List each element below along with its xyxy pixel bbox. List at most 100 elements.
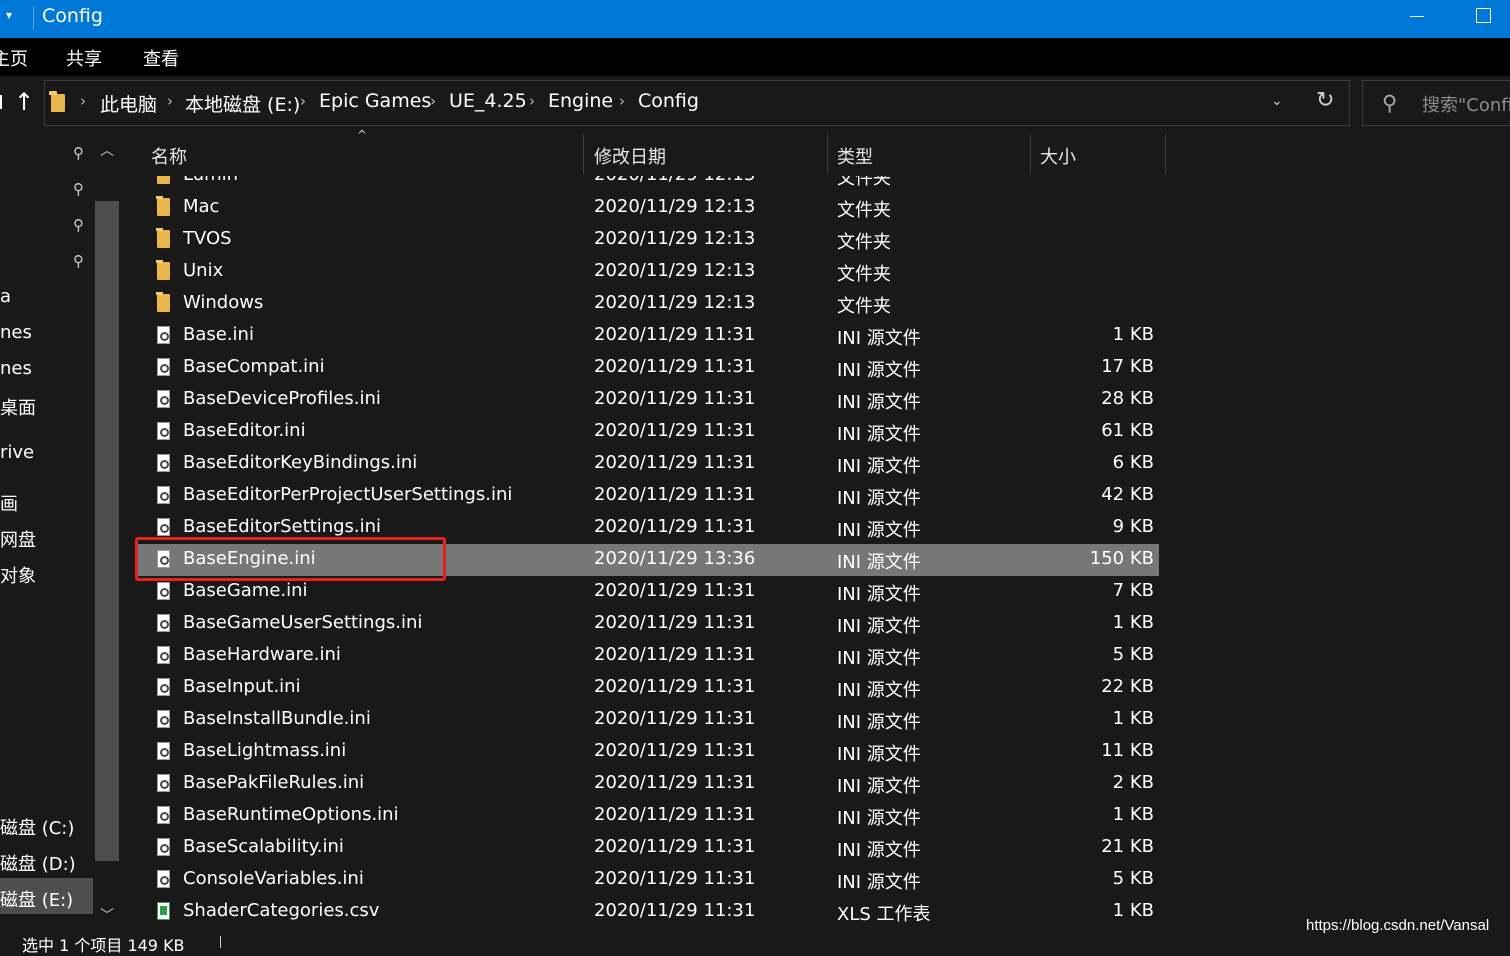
nav-item-netdisk[interactable]: 网盘 xyxy=(0,526,36,552)
breadcrumb-ue-425[interactable]: UE_4.25 xyxy=(449,90,527,112)
file-row[interactable]: BaseCompat.ini 2020/11/29 11:31 INI 源文件 17 … xyxy=(138,352,1159,384)
file-row[interactable]: ShaderCategories.csv 2020/11/29 11:31 XLS … xyxy=(138,896,1159,928)
nav-item-pictures[interactable]: 画 xyxy=(0,490,18,516)
file-date: 2020/11/29 12:13 xyxy=(594,176,755,185)
pin-icon[interactable]: ⚲ xyxy=(73,144,84,162)
file-row[interactable]: Mac 2020/11/29 12:13 文件夹 xyxy=(138,192,1159,224)
up-arrow-icon[interactable]: ↑ xyxy=(14,88,34,116)
file-type: INI 源文件 xyxy=(837,328,921,349)
file-row[interactable]: BaseScalability.ini 2020/11/29 11:31 INI 源… xyxy=(138,832,1159,864)
breadcrumb-epic-games[interactable]: Epic Games xyxy=(319,90,431,112)
file-size: 1 KB xyxy=(1112,708,1154,729)
column-divider[interactable] xyxy=(1165,134,1166,174)
file-date: 2020/11/29 11:31 xyxy=(594,708,756,729)
breadcrumb-drive-e[interactable]: 本地磁盘 (E:) xyxy=(185,90,300,117)
file-date: 2020/11/29 11:31 xyxy=(594,868,756,889)
column-header-name[interactable]: 名称 xyxy=(151,143,187,169)
status-text: 选中 1 个项目 149 KB xyxy=(22,936,185,955)
ini-file-icon xyxy=(157,518,170,536)
file-size: 22 KB xyxy=(1101,676,1154,697)
file-name: TVOS xyxy=(183,228,232,249)
breadcrumb-chevron-icon[interactable]: › xyxy=(300,92,306,110)
tab-home[interactable]: 主页 xyxy=(0,45,28,71)
maximize-button[interactable] xyxy=(1470,0,1500,34)
file-type: INI 源文件 xyxy=(837,456,921,477)
file-row[interactable]: ConsoleVariables.ini 2020/11/29 11:31 INI … xyxy=(138,864,1159,896)
back-arrow-icon[interactable] xyxy=(0,95,2,109)
file-row[interactable]: BaseInstallBundle.ini 2020/11/29 11:31 INI… xyxy=(138,704,1159,736)
file-row[interactable]: BasePakFileRules.ini 2020/11/29 11:31 INI … xyxy=(138,768,1159,800)
scroll-up-chevron-icon[interactable]: ︿ xyxy=(100,140,114,160)
file-name: BaseGameUserSettings.ini xyxy=(183,612,423,633)
file-row[interactable]: BaseDeviceProfiles.ini 2020/11/29 11:31 IN… xyxy=(138,384,1159,416)
file-row[interactable]: BaseEditorPerProjectUserSettings.ini 2020… xyxy=(138,480,1159,512)
breadcrumb-chevron-icon[interactable]: › xyxy=(430,92,436,110)
pin-icon[interactable]: ⚲ xyxy=(73,216,84,234)
file-type: 文件夹 xyxy=(837,176,891,189)
column-divider[interactable] xyxy=(827,134,828,174)
breadcrumb-chevron-icon[interactable]: › xyxy=(619,92,625,110)
file-size: 61 KB xyxy=(1101,420,1154,441)
file-row[interactable]: Unix 2020/11/29 12:13 文件夹 xyxy=(138,256,1159,288)
nav-item-quick-access[interactable]: nes xyxy=(0,358,32,379)
pin-icon[interactable]: ⚲ xyxy=(73,180,84,198)
breadcrumb-this-pc[interactable]: 此电脑 xyxy=(100,90,157,117)
breadcrumb-chevron-icon[interactable]: › xyxy=(80,92,86,110)
nav-item-3d-objects[interactable]: 对象 xyxy=(0,562,36,588)
file-type: XLS 工作表 xyxy=(837,904,931,925)
file-row[interactable]: TVOS 2020/11/29 12:13 文件夹 xyxy=(138,224,1159,256)
address-history-chevron-down-icon[interactable]: ⌄ xyxy=(1271,93,1283,109)
breadcrumb-chevron-icon[interactable]: › xyxy=(167,92,173,110)
minimize-button[interactable] xyxy=(1404,0,1434,34)
file-type: INI 源文件 xyxy=(837,488,921,509)
refresh-icon[interactable]: ↻ xyxy=(1316,88,1334,113)
csv-file-icon xyxy=(157,902,170,920)
file-row[interactable]: Lumin 2020/11/29 12:13 文件夹 xyxy=(138,176,1159,192)
nav-item-drive-d[interactable]: 磁盘 (D:) xyxy=(0,850,76,876)
file-row[interactable]: BaseLightmass.ini 2020/11/29 11:31 INI 源文件… xyxy=(138,736,1159,768)
file-row[interactable]: Windows 2020/11/29 12:13 文件夹 xyxy=(138,288,1159,320)
scroll-down-chevron-icon[interactable]: ﹀ xyxy=(100,905,114,925)
nav-item-quick-access[interactable]: a xyxy=(0,286,11,307)
file-row[interactable]: BaseHardware.ini 2020/11/29 11:31 INI 源文件 5… xyxy=(138,640,1159,672)
file-row[interactable]: BaseInput.ini 2020/11/29 11:31 INI 源文件 22 K… xyxy=(138,672,1159,704)
nav-scrollbar-thumb[interactable] xyxy=(95,201,119,861)
file-name: BaseDeviceProfiles.ini xyxy=(183,388,381,409)
file-type: INI 源文件 xyxy=(837,808,921,829)
column-header-date[interactable]: 修改日期 xyxy=(594,143,666,169)
nav-item-onedrive[interactable]: rive xyxy=(0,442,34,463)
tab-share[interactable]: 共享 xyxy=(66,45,102,71)
file-row[interactable]: Base.ini 2020/11/29 11:31 INI 源文件 1 KB xyxy=(138,320,1159,352)
nav-item-drive-c[interactable]: 磁盘 (C:) xyxy=(0,814,74,840)
ribbon: 主页 共享 查看 xyxy=(0,38,1510,76)
status-bar xyxy=(0,932,1510,946)
folder-icon xyxy=(157,176,170,184)
nav-item-quick-access[interactable]: nes xyxy=(0,322,32,343)
file-date: 2020/11/29 12:13 xyxy=(594,196,756,217)
nav-item-desktop[interactable]: 桌面 xyxy=(0,394,36,420)
watermark: https://blog.csdn.net/Vansal xyxy=(1306,917,1490,934)
file-row[interactable]: BaseEditorKeyBindings.ini 2020/11/29 11:3… xyxy=(138,448,1159,480)
breadcrumb-chevron-icon[interactable]: › xyxy=(529,92,535,110)
breadcrumb-config[interactable]: Config xyxy=(638,90,699,112)
tab-view[interactable]: 查看 xyxy=(143,45,179,71)
file-type: INI 源文件 xyxy=(837,616,921,637)
file-type: INI 源文件 xyxy=(837,872,921,893)
nav-item-drive-e[interactable]: 磁盘 (E:) xyxy=(0,886,73,912)
column-divider[interactable] xyxy=(583,134,584,174)
column-header-type[interactable]: 类型 xyxy=(837,143,873,169)
file-row[interactable]: BaseEditor.ini 2020/11/29 11:31 INI 源文件 61 … xyxy=(138,416,1159,448)
file-date: 2020/11/29 11:31 xyxy=(594,324,756,345)
file-type: INI 源文件 xyxy=(837,360,921,381)
file-type: INI 源文件 xyxy=(837,776,921,797)
file-name: BaseInput.ini xyxy=(183,676,301,697)
ini-file-icon xyxy=(157,742,170,760)
pin-icon[interactable]: ⚲ xyxy=(73,252,84,270)
column-header-size[interactable]: 大小 xyxy=(1040,143,1076,169)
file-row[interactable]: BaseGameUserSettings.ini 2020/11/29 11:31… xyxy=(138,608,1159,640)
file-row[interactable]: BaseRuntimeOptions.ini 2020/11/29 11:31 IN… xyxy=(138,800,1159,832)
file-size: 1 KB xyxy=(1112,612,1154,633)
breadcrumb-engine[interactable]: Engine xyxy=(548,90,613,112)
column-divider[interactable] xyxy=(1030,134,1031,174)
quick-access-chevron-icon[interactable]: ▾ xyxy=(6,8,12,22)
